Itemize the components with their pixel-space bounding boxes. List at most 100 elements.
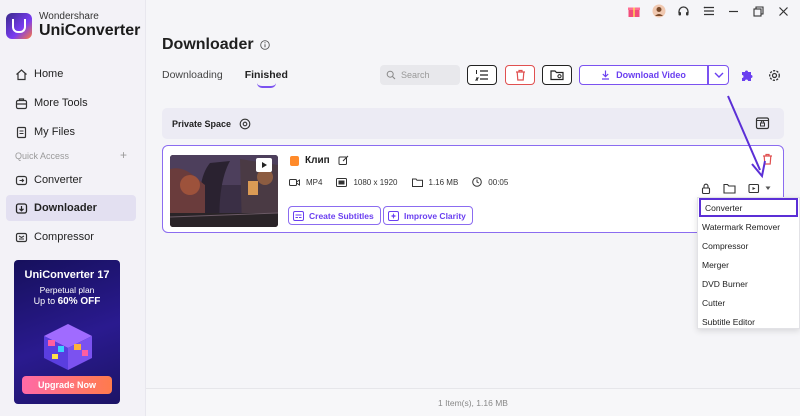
menu-item-watermark-remover[interactable]: Watermark Remover [698,217,799,236]
improve-clarity-label: Improve Clarity [404,210,466,221]
promo-subtitle: Perpetual plan [39,285,95,295]
promo-offer: Up to 60% OFF [14,296,120,307]
status-text: 1 Item(s), 1.16 MB [438,397,508,408]
download-item-card[interactable]: Клип MP4 1080 x 1920 1.16 MB 00:05 Creat… [162,145,784,233]
puzzle-icon [740,68,755,83]
sidebar-item-my-files[interactable]: My Files [6,119,136,145]
restore-icon[interactable] [746,2,771,20]
quick-access-label: Quick Access [15,151,70,161]
size-value: 1.16 MB [428,177,459,187]
sidebar-item-more-tools[interactable]: More Tools [6,90,136,116]
video-thumbnail[interactable] [170,155,278,227]
item-actions [689,183,771,194]
private-space-label: Private Space [172,118,232,129]
menu-item-merger[interactable]: Merger [698,255,799,274]
promo-offer-value: 60% OFF [57,296,101,307]
edit-icon[interactable] [338,155,349,166]
sidebar-item-label: Downloader [34,202,97,214]
window-controls [621,2,796,20]
resolution-value: 1080 x 1920 [353,177,398,187]
promo-offer-prefix: Up to [33,296,56,306]
promo-artwork-icon [44,324,92,370]
folder-settings-icon [549,69,565,81]
tab-finished[interactable]: Finished [245,69,288,88]
promo-title: UniConverter 17 [24,269,110,281]
video-camera-icon [289,178,300,186]
menu-item-dvd-burner[interactable]: DVD Burner [698,274,799,293]
sidebar-item-converter[interactable]: Converter [6,167,136,193]
item-title-text: Клип [305,155,330,166]
gift-icon[interactable] [621,2,646,20]
upgrade-now-button[interactable]: Upgrade Now [22,376,112,394]
brand-name: Wondershare [39,11,99,22]
list-view-button[interactable] [467,65,497,85]
menu-item-converter[interactable]: Converter [699,198,798,217]
page-title-text: Downloader [162,36,254,53]
sidebar-item-label: More Tools [34,97,88,109]
improve-clarity-button[interactable]: Improve Clarity [383,206,473,225]
status-bar: 1 Item(s), 1.16 MB [146,388,800,416]
chevron-down-icon [714,72,724,78]
add-quick-access-button[interactable]: + [120,149,127,161]
tab-bar: Downloading Finished [162,69,310,88]
private-space-lock-icon[interactable] [755,115,770,130]
uniconverter-logo-icon [6,12,32,39]
format-info: MP4 [289,178,322,187]
sidebar-item-label: Converter [34,174,83,186]
duration-info: 00:05 [472,177,508,187]
product-name: UniConverter [39,22,141,39]
headset-icon[interactable] [671,2,696,20]
page-title: Downloader [162,36,270,54]
item-meta: MP4 1080 x 1920 1.16 MB 00:05 [289,177,522,187]
search-box[interactable] [380,65,460,85]
file-icon [14,125,28,139]
add-to-tool-chevron-icon[interactable] [765,186,771,191]
menu-item-cutter[interactable]: Cutter [698,293,799,312]
plugin-button[interactable] [738,66,756,84]
download-arrow-icon [601,70,610,80]
delete-all-button[interactable] [505,65,535,85]
info-icon[interactable] [259,40,270,50]
menu-icon[interactable] [696,2,721,20]
private-space-bar[interactable]: Private Space [162,108,784,139]
minimize-icon[interactable] [721,2,746,20]
home-icon [14,67,28,81]
tab-downloading[interactable]: Downloading [162,69,223,81]
gear-icon [768,69,781,82]
sidebar-item-compressor[interactable]: Compressor [6,224,136,250]
app-logo: Wondershare UniConverter [6,12,140,39]
converter-icon [14,173,28,187]
download-video-label: Download Video [616,70,686,80]
create-subtitles-label: Create Subtitles [309,210,374,221]
list-icon [475,69,489,81]
search-input[interactable] [401,70,459,80]
quick-access-header: Quick Access + [15,149,127,161]
delete-item-icon[interactable] [762,153,773,165]
add-to-tool-menu: Converter Watermark Remover Compressor M… [697,197,800,329]
promo-banner[interactable]: UniConverter 17 Perpetual plan Up to 60%… [14,260,120,404]
sidebar-item-downloader[interactable]: Downloader [6,195,136,221]
menu-item-subtitle-editor[interactable]: Subtitle Editor [698,312,799,331]
download-options-button[interactable] [708,65,729,85]
settings-button[interactable] [765,66,783,84]
resolution-icon [336,177,348,187]
sidebar-item-label: My Files [34,126,75,138]
open-folder-icon[interactable] [723,183,736,194]
download-icon [14,201,28,215]
close-icon[interactable] [771,2,796,20]
add-to-tool-icon[interactable] [748,183,761,194]
search-icon [386,70,396,80]
resolution-info: 1080 x 1920 [336,177,398,187]
menu-item-compressor[interactable]: Compressor [698,236,799,255]
private-space-settings-icon[interactable] [239,118,251,130]
trash-icon [515,69,526,81]
lock-icon[interactable] [701,183,711,194]
play-icon[interactable] [256,158,272,172]
sidebar-item-label: Home [34,68,64,80]
create-subtitles-button[interactable]: Create Subtitles [288,206,381,225]
open-folder-button[interactable] [542,65,572,85]
size-info: 1.16 MB [411,177,459,187]
avatar[interactable] [646,2,671,20]
download-video-button[interactable]: Download Video [579,65,708,85]
sidebar-item-home[interactable]: Home [6,61,136,87]
